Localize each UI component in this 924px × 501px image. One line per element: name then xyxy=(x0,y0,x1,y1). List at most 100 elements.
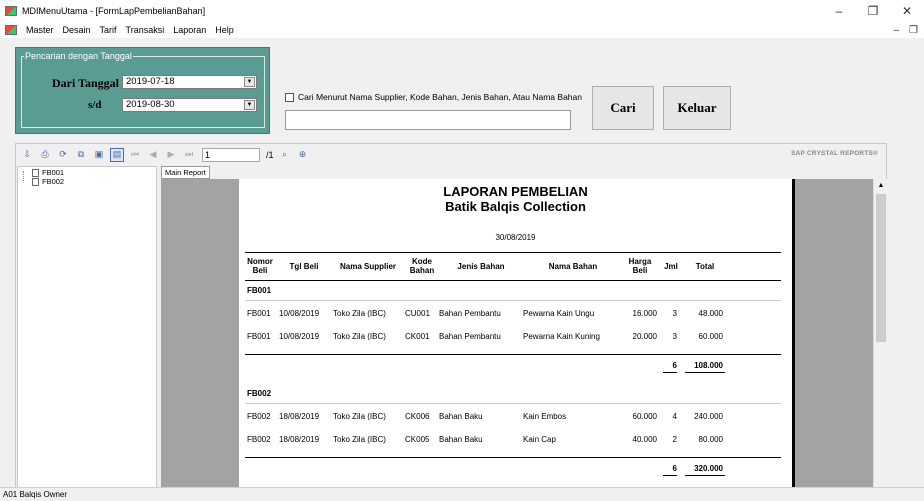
calendar-dropdown-icon[interactable]: ▼ xyxy=(244,100,255,110)
crystal-report-viewer: ⇩ ⎙ ⟳ ⧉ ▣ ▤ ⏮ ◀ ▶ ⏭ 1 /1 ⌕ ⊕ SAP CRYSTAL… xyxy=(15,143,887,488)
sd-label: s/d xyxy=(88,99,102,111)
sap-crystal-brand: SAP CRYSTAL REPORTS® xyxy=(791,150,878,157)
find-icon[interactable]: ⌕ xyxy=(278,148,292,162)
cell-tgl: 10/08/2019 xyxy=(279,332,320,341)
group-header: FB002 xyxy=(247,389,272,398)
menu-tarif[interactable]: Tarif xyxy=(100,25,117,35)
mdi-restore-button[interactable]: ❐ xyxy=(909,25,918,36)
group-sum-total: 108.000 xyxy=(694,361,723,370)
document-icon xyxy=(32,177,39,186)
cell-jenis: Bahan Pembantu xyxy=(439,309,501,318)
window-title: MDIMenuUtama - [FormLapPembelianBahan] xyxy=(22,6,206,16)
cell-total: 80.000 xyxy=(698,435,723,444)
copy-icon[interactable]: ⧉ xyxy=(74,148,88,162)
column-header-jenis: Jenis Bahan xyxy=(457,262,505,271)
report-date: 30/08/2019 xyxy=(495,233,536,242)
tree-node-fb001[interactable]: FB001 xyxy=(32,168,64,177)
menu-transaksi[interactable]: Transaksi xyxy=(126,25,165,35)
cell-total: 240.000 xyxy=(694,412,723,421)
sd-tanggal-picker[interactable]: 2019-08-30 ▼ xyxy=(122,98,257,112)
first-page-icon[interactable]: ⏮ xyxy=(128,148,142,162)
column-header-total: Total xyxy=(695,262,715,271)
group-total-rule xyxy=(245,457,781,458)
sd-tanggal-value: 2019-08-30 xyxy=(126,99,175,110)
tree-connector xyxy=(23,171,24,181)
report-title: LAPORAN PEMBELIAN xyxy=(443,184,588,199)
cell-tgl: 18/08/2019 xyxy=(279,412,320,421)
calendar-dropdown-icon[interactable]: ▼ xyxy=(244,77,255,87)
cell-nomor: FB002 xyxy=(247,435,271,444)
column-header-supplier: Nama Supplier xyxy=(339,262,396,271)
cell-supplier: Toko Zila (IBC) xyxy=(333,412,386,421)
keluar-button[interactable]: Keluar xyxy=(663,86,731,130)
column-header-kode: Kode Bahan xyxy=(409,257,435,275)
cell-harga: 40.000 xyxy=(632,435,657,444)
dari-tanggal-picker[interactable]: 2019-07-18 ▼ xyxy=(122,75,257,89)
tree-node-fb002[interactable]: FB002 xyxy=(32,177,64,186)
header-bottom-rule xyxy=(245,280,781,281)
cell-jenis: Bahan Baku xyxy=(439,412,483,421)
last-page-icon[interactable]: ⏭ xyxy=(182,148,196,162)
vertical-scrollbar[interactable]: ▲ xyxy=(873,179,887,488)
sum-underline xyxy=(685,372,725,373)
minimize-button[interactable]: – xyxy=(822,0,856,22)
menu-laporan[interactable]: Laporan xyxy=(173,25,206,35)
cell-total: 60.000 xyxy=(698,332,723,341)
cell-jenis: Bahan Baku xyxy=(439,435,483,444)
app-icon xyxy=(5,6,17,16)
refresh-icon[interactable]: ⟳ xyxy=(56,148,70,162)
page-number-input[interactable]: 1 xyxy=(202,147,260,162)
group-tree: FB001 FB002 xyxy=(17,166,157,488)
group-sum-total: 320.000 xyxy=(694,464,723,473)
next-page-icon[interactable]: ▶ xyxy=(164,148,178,162)
toggle-parameter-panel-icon[interactable]: ▣ xyxy=(92,148,106,162)
cell-kode: CK006 xyxy=(405,412,430,421)
header-top-rule xyxy=(245,252,781,253)
previous-page-icon[interactable]: ◀ xyxy=(146,148,160,162)
mdi-child-icon[interactable] xyxy=(5,25,17,35)
tree-node-label: FB001 xyxy=(42,168,65,177)
cell-nomor: FB001 xyxy=(247,332,271,341)
date-filter-group-label: Pencarian dengan Tanggal xyxy=(24,51,133,61)
scroll-up-icon[interactable]: ▲ xyxy=(874,179,887,192)
column-header-nomor: Nomor Beli xyxy=(247,257,273,275)
cell-jml: 4 xyxy=(672,412,677,421)
zoom-icon[interactable]: ⊕ xyxy=(296,148,310,162)
column-header-nama: Nama Bahan xyxy=(548,262,598,271)
cell-jml: 2 xyxy=(672,435,677,444)
dari-tanggal-value: 2019-07-18 xyxy=(126,76,175,87)
report-preview-area: LAPORAN PEMBELIAN Batik Balqis Collectio… xyxy=(161,179,887,488)
menu-desain[interactable]: Desain xyxy=(63,25,91,35)
export-icon[interactable]: ⇩ xyxy=(20,148,34,162)
report-toolbar: ⇩ ⎙ ⟳ ⧉ ▣ ▤ ⏮ ◀ ▶ ⏭ 1 /1 ⌕ ⊕ xyxy=(16,144,886,165)
group-separator xyxy=(245,300,781,301)
search-input[interactable] xyxy=(285,110,571,130)
scroll-thumb[interactable] xyxy=(876,194,886,342)
group-total-rule xyxy=(245,354,781,355)
date-filter-panel: Pencarian dengan Tanggal Dari Tanggal s/… xyxy=(15,47,270,134)
cell-kode: CU001 xyxy=(405,309,430,318)
toggle-group-tree-icon[interactable]: ▤ xyxy=(110,147,124,162)
column-header-jml: Jml xyxy=(664,262,678,271)
mdi-minimize-button[interactable]: – xyxy=(893,25,899,36)
search-criteria-checkbox[interactable] xyxy=(285,93,294,102)
cell-nomor: FB001 xyxy=(247,309,271,318)
column-header-harga: Harga Beli xyxy=(628,257,652,275)
search-criteria-label: Cari Menurut Nama Supplier, Kode Bahan, … xyxy=(298,92,582,102)
sum-underline xyxy=(685,475,725,476)
cell-tgl: 10/08/2019 xyxy=(279,309,320,318)
tab-main-report[interactable]: Main Report xyxy=(161,166,210,179)
close-button[interactable]: ✕ xyxy=(890,0,924,22)
cari-button[interactable]: Cari xyxy=(592,86,654,130)
date-filter-group xyxy=(21,56,265,128)
cell-harga: 60.000 xyxy=(632,412,657,421)
menu-master[interactable]: Master xyxy=(26,25,54,35)
column-header-tgl: Tgl Beli xyxy=(289,262,319,271)
print-icon[interactable]: ⎙ xyxy=(38,148,52,162)
menu-help[interactable]: Help xyxy=(215,25,234,35)
cell-harga: 20.000 xyxy=(632,332,657,341)
cell-nomor: FB002 xyxy=(247,412,271,421)
restore-button[interactable]: ❐ xyxy=(856,0,890,22)
report-page: LAPORAN PEMBELIAN Batik Balqis Collectio… xyxy=(239,179,795,488)
sum-underline xyxy=(663,372,677,373)
